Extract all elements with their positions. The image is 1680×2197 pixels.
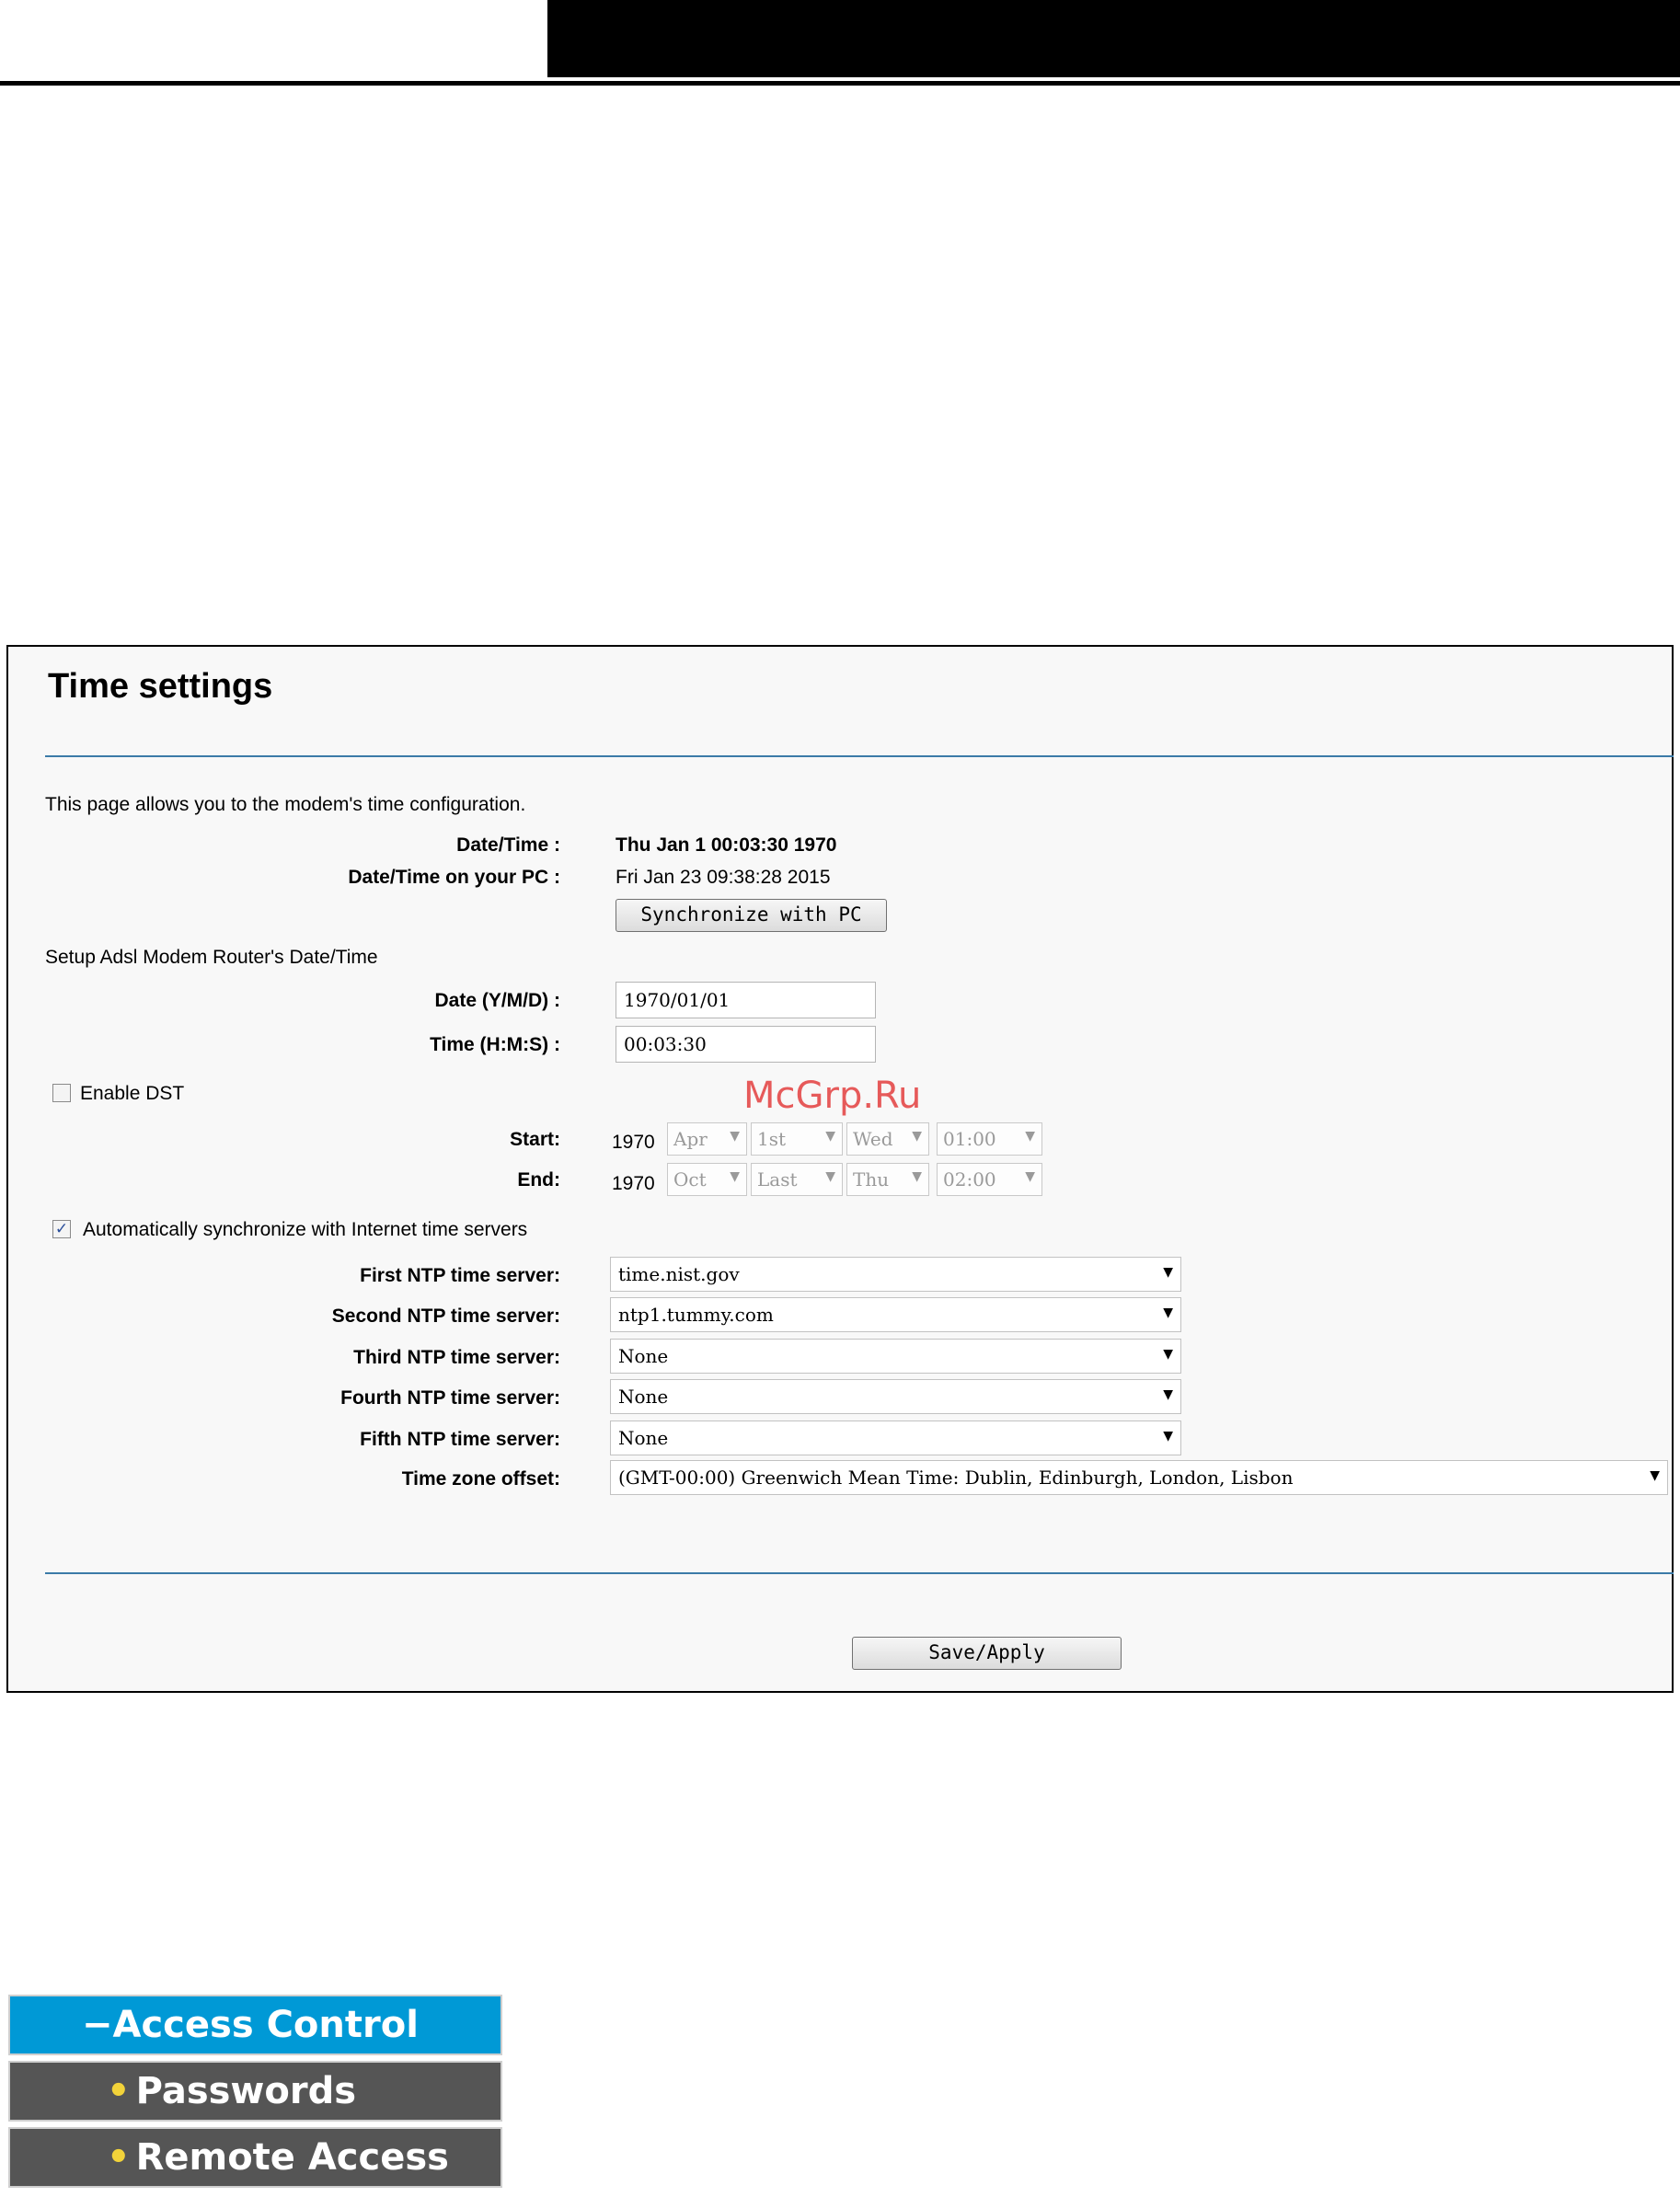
- date-label: Date (Y/M/D) :: [434, 990, 561, 1011]
- chevron-down-icon: ▼: [1025, 1169, 1035, 1184]
- pc-datetime-value: Fri Jan 23 09:38:28 2015: [616, 867, 831, 888]
- ntp1-label: First NTP time server:: [360, 1265, 560, 1286]
- divider-top: [45, 755, 1674, 757]
- chevron-down-icon: ▼: [1163, 1387, 1173, 1402]
- header-black-bar: [547, 0, 1680, 77]
- chevron-down-icon: ▼: [730, 1169, 740, 1184]
- ntp2-select[interactable]: ntp1.tummy.com ▼: [610, 1297, 1181, 1332]
- datetime-label: Date/Time :: [456, 834, 560, 856]
- chevron-down-icon: ▼: [1163, 1429, 1173, 1444]
- dst-start-year: 1970: [612, 1132, 655, 1153]
- ntp4-label: Fourth NTP time server:: [340, 1387, 560, 1409]
- timezone-label: Time zone offset:: [401, 1468, 560, 1490]
- chevron-down-icon: ▼: [912, 1129, 922, 1144]
- menu-item-remote-access[interactable]: • Remote Access: [8, 2127, 502, 2188]
- ntp1-select[interactable]: time.nist.gov ▼: [610, 1257, 1181, 1292]
- menu-item-access-control[interactable]: −Access Control: [8, 1995, 502, 2055]
- bullet-icon: •: [107, 2136, 131, 2179]
- chevron-down-icon: ▼: [912, 1169, 922, 1184]
- ntp5-select[interactable]: None ▼: [610, 1421, 1181, 1455]
- dst-end-label: End:: [517, 1169, 560, 1191]
- header-rule: [0, 81, 1680, 86]
- setup-heading: Setup Adsl Modem Router's Date/Time: [45, 947, 378, 968]
- ntp5-label: Fifth NTP time server:: [360, 1429, 560, 1450]
- enable-dst-label: Enable DST: [80, 1083, 185, 1104]
- dst-end-month-select: Oct ▼: [667, 1163, 747, 1196]
- enable-dst-checkbox[interactable]: [52, 1084, 71, 1102]
- date-input[interactable]: 1970/01/01: [616, 982, 876, 1018]
- dst-end-time-select: 02:00 ▼: [937, 1163, 1042, 1196]
- page-title: Time settings: [48, 667, 273, 706]
- chevron-down-icon: ▼: [825, 1129, 835, 1144]
- ntp3-select[interactable]: None ▼: [610, 1339, 1181, 1374]
- chevron-down-icon: ▼: [1163, 1306, 1173, 1320]
- bullet-icon: •: [107, 2070, 131, 2112]
- chevron-down-icon: ▼: [825, 1169, 835, 1184]
- time-input[interactable]: 00:03:30: [616, 1026, 876, 1063]
- save-apply-button[interactable]: Save/Apply: [852, 1637, 1122, 1670]
- auto-sync-label: Automatically synchronize with Internet …: [83, 1219, 528, 1240]
- ntp4-select[interactable]: None ▼: [610, 1379, 1181, 1414]
- dst-start-month-select: Apr ▼: [667, 1122, 747, 1156]
- chevron-down-icon: ▼: [730, 1129, 740, 1144]
- ntp3-label: Third NTP time server:: [353, 1347, 560, 1368]
- timezone-select[interactable]: (GMT-00:00) Greenwich Mean Time: Dublin,…: [610, 1460, 1668, 1495]
- collapse-icon: −: [82, 2004, 113, 2046]
- dst-start-day-select: Wed ▼: [846, 1122, 929, 1156]
- chevron-down-icon: ▼: [1650, 1468, 1660, 1483]
- chevron-down-icon: ▼: [1163, 1265, 1173, 1280]
- dst-start-week-select: 1st ▼: [751, 1122, 843, 1156]
- chevron-down-icon: ▼: [1025, 1129, 1035, 1144]
- pc-datetime-label: Date/Time on your PC :: [348, 867, 560, 888]
- menu-item-passwords[interactable]: • Passwords: [8, 2061, 502, 2122]
- watermark-text: McGrp.Ru: [743, 1075, 922, 1117]
- dst-end-year: 1970: [612, 1173, 655, 1194]
- dst-end-day-select: Thu ▼: [846, 1163, 929, 1196]
- divider-bottom: [45, 1572, 1674, 1574]
- dst-end-week-select: Last ▼: [751, 1163, 843, 1196]
- time-settings-panel: Time settings This page allows you to th…: [6, 645, 1674, 1693]
- auto-sync-checkbox[interactable]: ✓: [52, 1220, 71, 1238]
- chevron-down-icon: ▼: [1163, 1347, 1173, 1362]
- dst-start-label: Start:: [510, 1129, 560, 1150]
- dst-start-time-select: 01:00 ▼: [937, 1122, 1042, 1156]
- checkmark-icon: ✓: [54, 1220, 69, 1237]
- synchronize-button[interactable]: Synchronize with PC: [616, 899, 887, 932]
- datetime-value: Thu Jan 1 00:03:30 1970: [616, 834, 837, 856]
- time-label: Time (H:M:S) :: [430, 1034, 560, 1055]
- intro-text: This page allows you to the modem's time…: [45, 794, 526, 815]
- ntp2-label: Second NTP time server:: [331, 1306, 560, 1327]
